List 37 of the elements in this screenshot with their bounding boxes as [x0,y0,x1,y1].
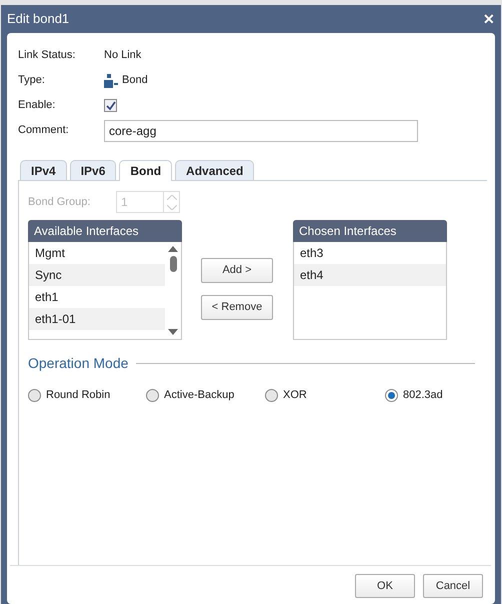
radio-button[interactable] [265,388,278,402]
radio-label: XOR [283,388,307,403]
window-title: Edit bond1 [7,10,70,28]
tab[interactable]: Bond [119,160,172,181]
tab[interactable]: Advanced [175,160,254,180]
radio-button[interactable] [385,388,398,402]
close-button[interactable]: ✕ [483,8,495,30]
list-header: Chosen Interfaces [293,220,447,242]
field-label: Enable: [18,98,56,114]
interface-row[interactable]: Sync [29,264,165,286]
list-header: Available Interfaces [28,220,182,242]
action-button[interactable]: < Remove [201,295,273,320]
radio-label: Round Robin [46,388,110,403]
tab[interactable]: IPv6 [70,160,116,180]
scroll-thumb[interactable] [170,256,176,272]
tab[interactable]: IPv4 [20,160,67,180]
dialog-button[interactable]: Cancel [423,574,483,598]
radio-button[interactable] [28,388,41,402]
interface-row[interactable]: eth4 [294,264,446,286]
bond-icon [104,74,118,88]
comment-field[interactable]: core-agg [104,120,418,142]
field-label: Link Status: [18,48,76,64]
dialog-button[interactable]: OK [355,574,415,598]
action-button[interactable]: Add > [201,258,273,283]
enable-checkbox[interactable] [104,99,117,112]
scroll-up-icon[interactable] [168,245,178,252]
radio-label: Active-Backup [164,388,234,403]
field-label: Bond Group: [28,194,92,210]
field-label: Comment: [18,123,70,138]
field-value: Bond [122,73,148,88]
section-title: Operation Mode [28,354,128,373]
scroll-down-icon[interactable] [168,329,178,336]
radio-button[interactable] [146,388,159,402]
radio-label: 802.3ad [403,388,443,403]
interface-row[interactable]: eth1-01 [29,308,165,330]
field-value: No Link [104,48,142,64]
field-label: Type: [18,73,46,88]
